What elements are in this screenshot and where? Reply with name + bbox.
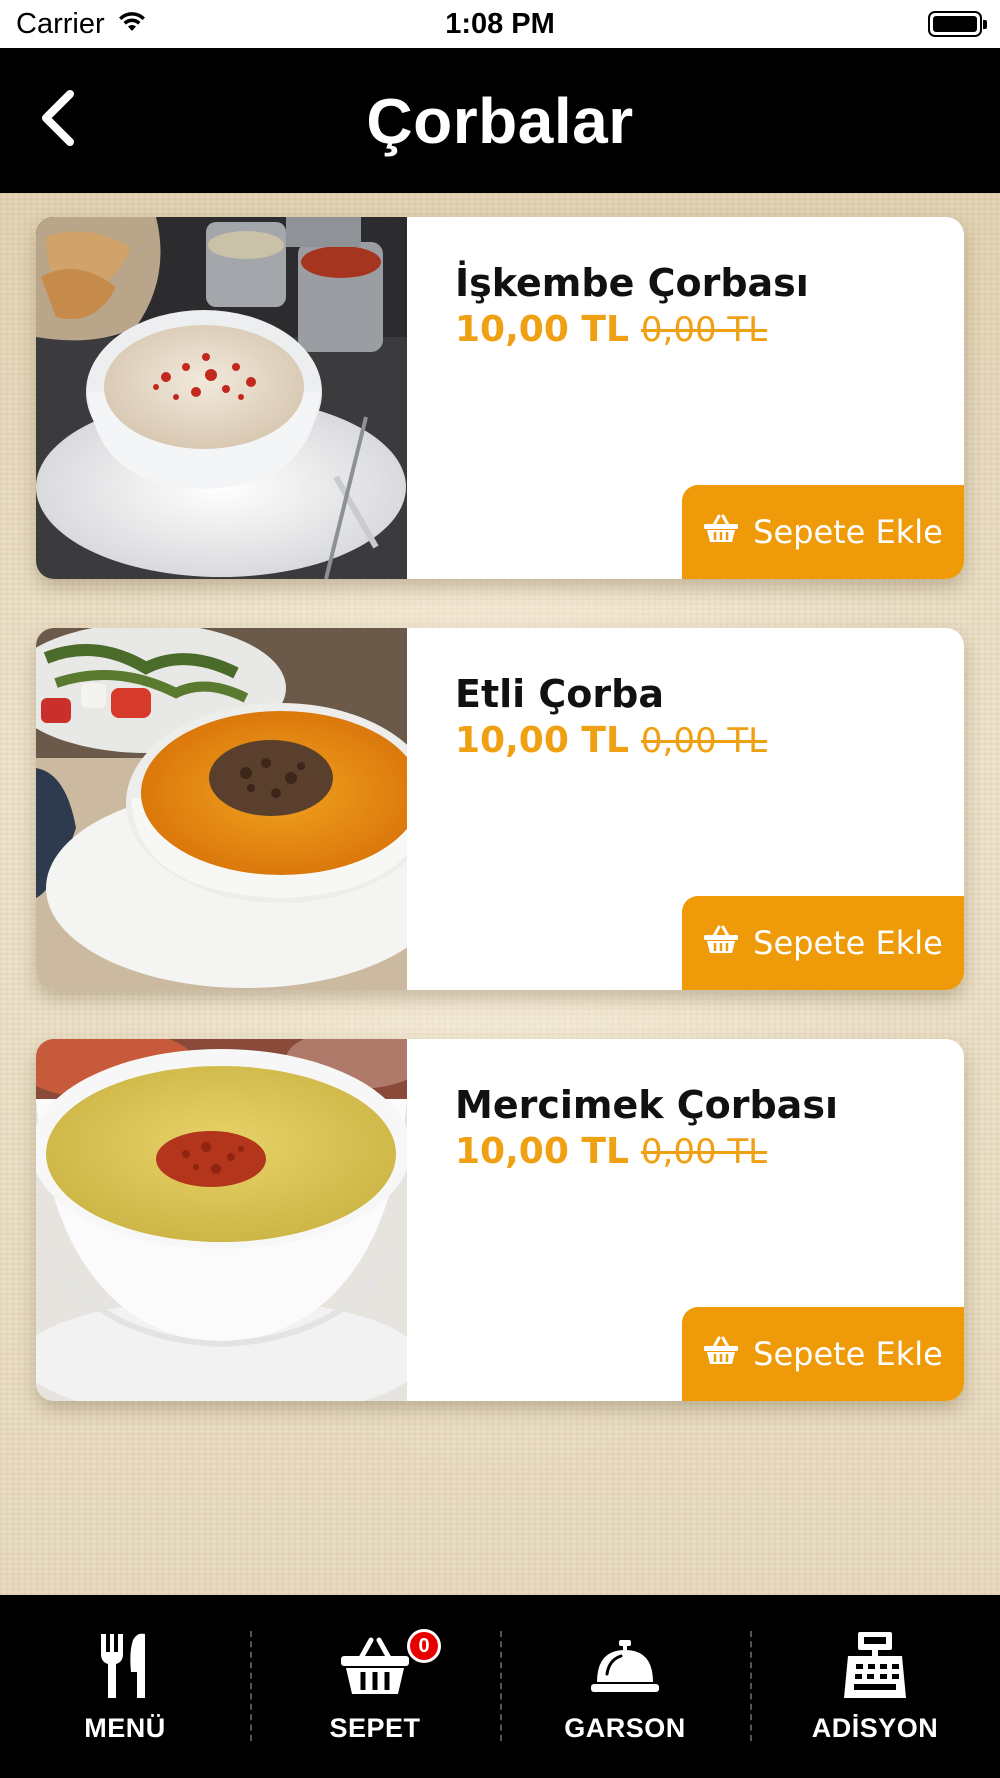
tab-cart[interactable]: 0 SEPET: [250, 1595, 500, 1778]
tab-label: ADİSYON: [811, 1713, 939, 1743]
chevron-left-icon: [38, 89, 78, 151]
product-name: Mercimek Çorbası: [455, 1083, 838, 1127]
product-price: 10,00 TL: [455, 1131, 629, 1172]
tab-label: MENÜ: [84, 1713, 166, 1743]
basket-icon: [703, 1335, 739, 1373]
basket-icon: 0: [339, 1629, 441, 1703]
tab-bar: MENÜ 0 SEPET GARSON ADİSYON: [0, 1595, 1000, 1778]
lentil-soup-photo: [36, 1039, 407, 1401]
product-list: İşkembe Çorbası 10,00 TL 0,00 TL Sepete …: [0, 193, 1000, 1595]
add-to-cart-button[interactable]: Sepete Ekle: [682, 896, 964, 990]
service-bell-icon: [591, 1629, 659, 1703]
tab-label: GARSON: [564, 1713, 686, 1743]
tab-label: SEPET: [329, 1713, 421, 1743]
fork-knife-icon: [97, 1629, 153, 1703]
battery-icon: [928, 11, 987, 37]
meat-soup-photo: [36, 628, 407, 990]
carrier-label: Carrier: [16, 7, 105, 40]
product-name: İşkembe Çorbası: [455, 261, 809, 305]
product-old-price: 0,00 TL: [640, 721, 768, 761]
add-to-cart-label: Sepete Ekle: [753, 513, 943, 551]
tab-waiter[interactable]: GARSON: [500, 1595, 750, 1778]
wifi-icon: [117, 8, 147, 41]
product-price: 10,00 TL: [455, 720, 629, 761]
tripe-soup-photo: [36, 217, 407, 579]
cart-count-badge: 0: [407, 1629, 441, 1663]
add-to-cart-label: Sepete Ekle: [753, 924, 943, 962]
tab-menu[interactable]: MENÜ: [0, 1595, 250, 1778]
product-prices: 10,00 TL 0,00 TL: [455, 1131, 767, 1172]
status-time: 1:08 PM: [445, 7, 555, 40]
status-left: Carrier: [16, 8, 147, 41]
product-price: 10,00 TL: [455, 309, 629, 350]
product-card[interactable]: İşkembe Çorbası 10,00 TL 0,00 TL Sepete …: [36, 217, 964, 579]
product-name: Etli Çorba: [455, 672, 664, 716]
product-prices: 10,00 TL 0,00 TL: [455, 720, 767, 761]
product-old-price: 0,00 TL: [640, 1132, 768, 1172]
tab-bill[interactable]: ADİSYON: [750, 1595, 1000, 1778]
nav-header: Çorbalar: [0, 48, 1000, 193]
product-prices: 10,00 TL 0,00 TL: [455, 309, 767, 350]
product-card[interactable]: Etli Çorba 10,00 TL 0,00 TL Sepete Ekle: [36, 628, 964, 990]
basket-icon: [703, 513, 739, 551]
add-to-cart-button[interactable]: Sepete Ekle: [682, 1307, 964, 1401]
basket-icon: [703, 924, 739, 962]
page-title: Çorbalar: [366, 84, 634, 157]
add-to-cart-button[interactable]: Sepete Ekle: [682, 485, 964, 579]
product-old-price: 0,00 TL: [640, 310, 768, 350]
product-card[interactable]: Mercimek Çorbası 10,00 TL 0,00 TL Sepete…: [36, 1039, 964, 1401]
add-to-cart-label: Sepete Ekle: [753, 1335, 943, 1373]
back-button[interactable]: [28, 89, 88, 151]
status-bar: Carrier 1:08 PM: [0, 0, 1000, 48]
cash-register-icon: [842, 1629, 908, 1703]
